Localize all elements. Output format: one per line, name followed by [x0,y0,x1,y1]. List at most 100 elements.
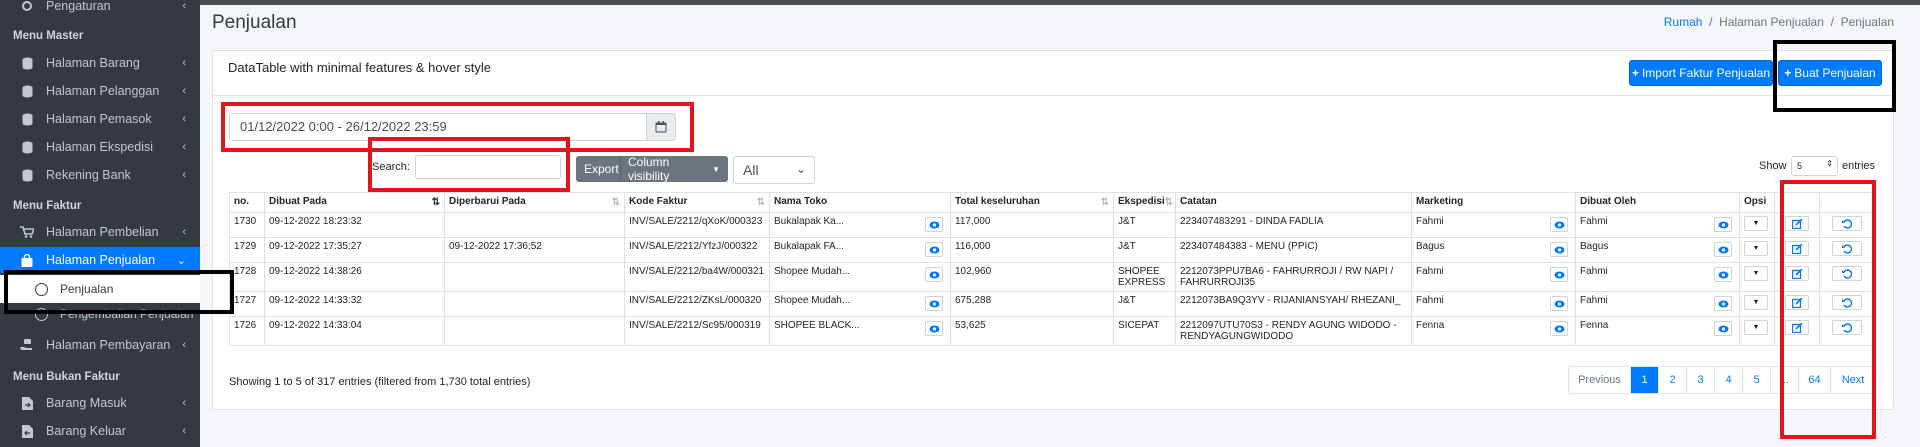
caret-down-icon[interactable]: ▼ [1744,320,1768,335]
pagination-page[interactable]: 4 [1715,367,1743,393]
sort-icon: ⇅ [1100,197,1109,208]
pagination-page[interactable]: 3 [1687,367,1715,393]
column-header-kode-faktur[interactable]: Kode Faktur ⇅ [624,192,770,213]
export-button[interactable]: Export [576,156,620,182]
column-header-marketing[interactable]: Marketing [1411,192,1576,213]
select-value: All [743,162,759,178]
sort-desc-icon: ⇅ [431,197,440,208]
column-header-diperbarui-pada[interactable]: Diperbarui Pada ⇅ [444,192,625,213]
pagination-page[interactable]: 2 [1659,367,1687,393]
cell-catatan: 223407484383 - MENU (PPIC) [1175,237,1412,263]
column-visibility-button[interactable]: Column visibility ▼ [620,155,728,183]
caret-down-icon[interactable]: ▼ [1744,295,1768,310]
sales-table: no. Dibuat Pada ⇅ Diperbarui Pada ⇅ Kode F… [229,192,1875,346]
chevron-left-icon: ‹ [182,141,186,153]
breadcrumb-item[interactable]: Halaman Penjualan [1719,15,1824,29]
pagination-page[interactable]: 1 [1631,367,1659,393]
column-header-nama-toko[interactable]: Nama Toko [769,192,951,213]
cell-text: Fenna [1580,320,1609,331]
cell-diperbarui-pada [444,212,625,238]
caret-down-icon: ▼ [712,164,720,174]
sidebar-item-barang-masuk[interactable]: Barang Masuk ‹ [0,390,200,416]
database-icon [20,168,34,182]
page-length-select[interactable]: 5 ⇕ [1791,156,1838,176]
cell-dibuat-pada: 09-12-2022 14:38:26 [264,262,445,292]
column-header-ekspedisi[interactable]: Ekspedisi ⇅ [1113,192,1176,213]
status-filter-select[interactable]: All ⌄ [733,156,815,184]
sidebar-item-halaman-pembelian[interactable]: Halaman Pembelian ‹ [0,219,200,245]
sidebar-item-label: Halaman Barang [46,56,140,70]
eye-icon[interactable] [1550,242,1568,257]
column-header-no[interactable]: no. [229,192,265,213]
sidebar-item-barang-keluar[interactable]: Barang Keluar ‹ [0,418,200,444]
top-navbar [200,0,1920,5]
table-row[interactable]: 1729 09-12-2022 17:35:27 09-12-2022 17:36:… [229,237,1875,263]
cell-kode-faktur: INV/SALE/2212/Sc95/000319 [624,316,770,346]
cell-catatan: 2212073BA9Q3YV - RIJANIANSYAH/ RHEZANI_ [1175,291,1412,317]
cell-text: Bagus [1416,241,1445,252]
column-header-catatan[interactable]: Catatan [1175,192,1412,213]
eye-icon[interactable] [925,267,943,282]
annotation-black-box-create [1773,40,1896,112]
chevron-left-icon: ‹ [182,425,186,437]
eye-icon[interactable] [1714,267,1732,282]
eye-icon[interactable] [1550,296,1568,311]
eye-icon[interactable] [1550,267,1568,282]
import-faktur-button[interactable]: + Import Faktur Penjualan [1629,60,1773,86]
pagination-page[interactable]: 5 [1743,367,1771,393]
annotation-black-box-sidebar [4,270,234,314]
column-header-opsi[interactable]: Opsi [1739,192,1775,213]
eye-icon[interactable] [1714,217,1732,232]
sidebar-item-label: Halaman Ekspedisi [46,140,153,154]
cell-nama-toko: Bukalapak Ka... [769,212,951,238]
cell-marketing: Fahmi [1411,262,1576,292]
cell-opsi: ▼ [1739,316,1775,346]
eye-icon[interactable] [1714,296,1732,311]
table-row[interactable]: 1727 09-12-2022 14:33:32 INV/SALE/2212/ZKs… [229,291,1875,317]
column-header-dibuat-pada[interactable]: Dibuat Pada ⇅ [264,192,445,213]
eye-icon[interactable] [925,242,943,257]
cell-dibuat-pada: 09-12-2022 14:33:32 [264,291,445,317]
sidebar-item-halaman-barang[interactable]: Halaman Barang ‹ [0,50,200,76]
sidebar-item-pengaturan[interactable]: Pengaturan ‹ [0,0,200,19]
table-row[interactable]: 1728 09-12-2022 14:38:26 INV/SALE/2212/ba4… [229,262,1875,292]
column-header-total[interactable]: Total keseluruhan ⇅ [950,192,1114,213]
sidebar-item-halaman-pembayaran[interactable]: Halaman Pembayaran ‹ [0,332,200,358]
sidebar-section-header: Menu Master [13,30,84,42]
breadcrumb-link-home[interactable]: Rumah [1664,15,1703,29]
column-header-dibuat-oleh[interactable]: Dibuat Oleh [1575,192,1740,213]
table-header-row: no. Dibuat Pada ⇅ Diperbarui Pada ⇅ Kode F… [229,192,1875,213]
sidebar-item-halaman-pelanggan[interactable]: Halaman Pelanggan ‹ [0,78,200,104]
table-row[interactable]: 1726 09-12-2022 14:33:04 INV/SALE/2212/Sc9… [229,316,1875,346]
eye-icon[interactable] [925,217,943,232]
sidebar-item-label: Halaman Pembelian [46,225,159,239]
caret-down-icon[interactable]: ▼ [1744,216,1768,231]
cell-marketing: Fenna [1411,316,1576,346]
caret-down-icon[interactable]: ▼ [1744,241,1768,256]
sidebar-item-label: Barang Keluar [46,424,126,438]
pagination-previous[interactable]: Previous [1569,367,1631,393]
database-icon [20,56,34,70]
shopping-bag-icon [20,253,34,267]
sidebar-item-halaman-pemasok[interactable]: Halaman Pemasok ‹ [0,106,200,132]
sidebar-item-label: Halaman Penjualan [46,253,156,267]
cell-ekspedisi: SHOPEE EXPRESS [1113,262,1176,292]
eye-icon[interactable] [1714,242,1732,257]
eye-icon[interactable] [925,321,943,336]
cell-total: 675,288 [950,291,1114,317]
chevron-down-icon: ⌄ [176,254,186,267]
entries-label: entries [1842,160,1876,172]
eye-icon[interactable] [925,296,943,311]
cell-dibuat-oleh: Bagus [1575,237,1740,263]
eye-icon[interactable] [1714,321,1732,336]
caret-down-icon[interactable]: ▼ [1744,266,1768,281]
chevron-left-icon: ‹ [182,169,186,181]
cell-total: 117,000 [950,212,1114,238]
eye-icon[interactable] [1550,321,1568,336]
sidebar-item-halaman-ekspedisi[interactable]: Halaman Ekspedisi ‹ [0,134,200,160]
cell-opsi: ▼ [1739,291,1775,317]
eye-icon[interactable] [1550,217,1568,232]
table-row[interactable]: 1730 09-12-2022 18:23:32 INV/SALE/2212/qXo… [229,212,1875,238]
sidebar-item-rekening-bank[interactable]: Rekening Bank ‹ [0,162,200,188]
cell-dibuat-oleh: Fahmi [1575,291,1740,317]
